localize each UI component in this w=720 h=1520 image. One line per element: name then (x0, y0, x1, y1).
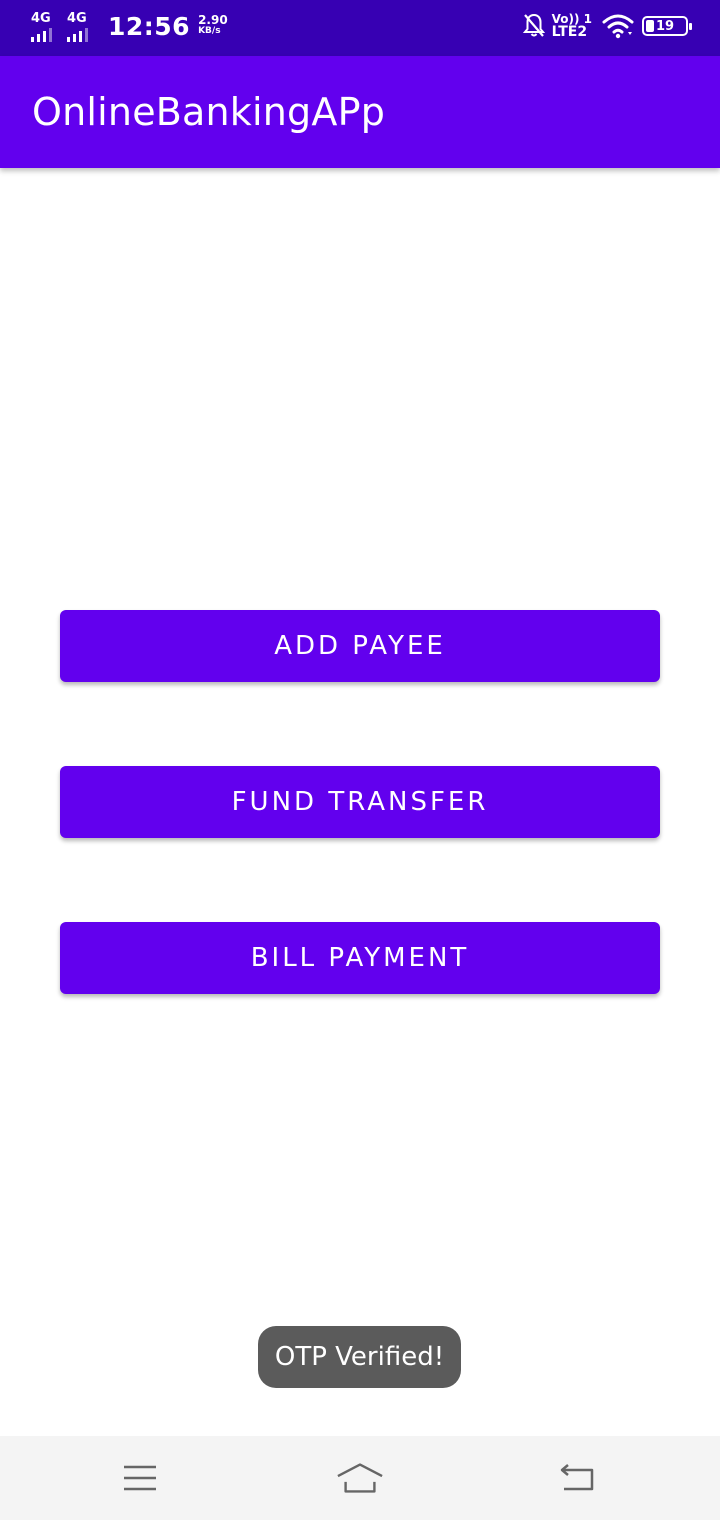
back-icon (560, 1464, 594, 1491)
signal-icon (31, 28, 52, 42)
status-right: Vo)) 1 LTE2 19 (522, 12, 692, 40)
network-type-label: 4G (31, 11, 51, 26)
signal-icon (67, 28, 88, 42)
app-bar: OnlineBankingAPp (0, 56, 720, 168)
speed-unit: KB/s (198, 26, 221, 36)
home-button[interactable] (336, 1456, 384, 1500)
fund-transfer-button[interactable]: FUND TRANSFER (60, 766, 660, 838)
recent-apps-button[interactable] (116, 1456, 164, 1500)
status-left: 4G 4G 12:56 2.90 KB/s (30, 10, 228, 42)
status-bar: 4G 4G 12:56 2.90 KB/s Vo)) 1 LTE2 19 (0, 0, 720, 56)
app-title: OnlineBankingAPp (32, 90, 386, 134)
lte-label: LTE2 (551, 24, 588, 40)
toast-message: OTP Verified! (258, 1326, 461, 1388)
add-payee-button[interactable]: ADD PAYEE (60, 610, 660, 682)
menu-icon (124, 1465, 156, 1491)
wifi-icon (602, 14, 634, 39)
signal-sim2: 4G (66, 10, 98, 42)
network-speed: 2.90 KB/s (198, 13, 228, 37)
network-type-label: 4G (67, 11, 87, 26)
signal-sim1: 4G (30, 10, 62, 42)
battery-level: 19 (655, 18, 675, 34)
clock: 12:56 (108, 11, 191, 41)
battery-fill (646, 20, 654, 32)
bill-payment-button[interactable]: BILL PAYMENT (60, 922, 660, 994)
back-button[interactable] (554, 1456, 602, 1500)
navigation-bar (0, 1436, 720, 1520)
home-icon (337, 1463, 383, 1493)
battery-icon: 19 (642, 16, 692, 36)
notifications-off-icon (522, 13, 545, 37)
speed-value: 2.90 (198, 13, 228, 27)
volte-indicator: Vo)) 1 LTE2 (551, 13, 592, 40)
